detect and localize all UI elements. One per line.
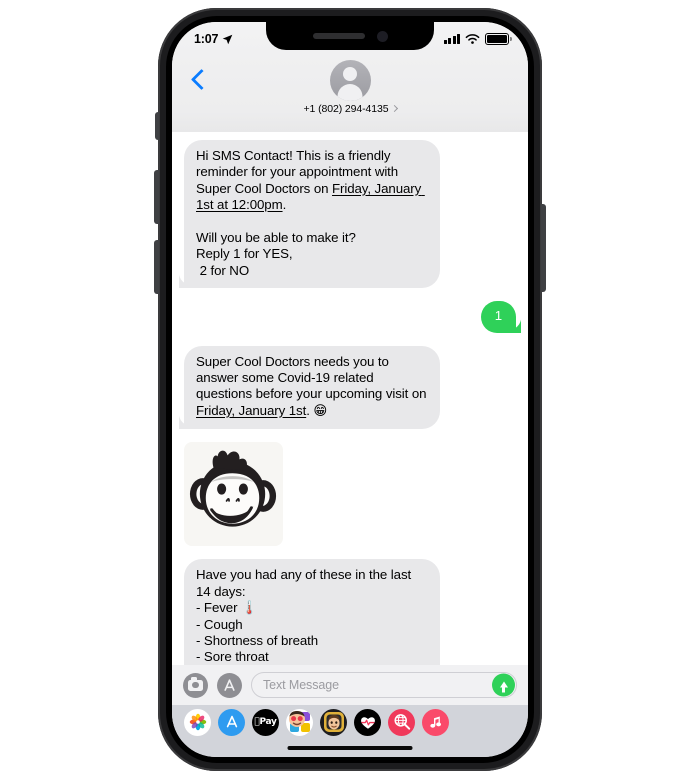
contact-phone-number: +1 (802) 294-4135 bbox=[303, 103, 389, 115]
power-button[interactable] bbox=[541, 204, 546, 292]
app-store-a-icon bbox=[226, 715, 237, 728]
cellular-signal-icon bbox=[443, 34, 460, 44]
message-row bbox=[184, 442, 516, 547]
send-arrow-icon bbox=[499, 681, 508, 692]
music-app-icon[interactable] bbox=[422, 708, 449, 736]
message-input-bar: Text Message bbox=[172, 665, 528, 705]
date-detected-link[interactable]: Friday, January 1st bbox=[196, 403, 306, 418]
camera-icon bbox=[188, 677, 203, 691]
send-button[interactable] bbox=[492, 673, 515, 697]
home-indicator[interactable] bbox=[287, 746, 413, 750]
contact-block[interactable]: +1 (802) 294-4135 bbox=[172, 60, 528, 115]
volume-up-button[interactable] bbox=[154, 170, 159, 224]
message-bubble-monkey-image[interactable] bbox=[184, 442, 283, 547]
contact-avatar-icon[interactable] bbox=[329, 60, 371, 101]
camera-button[interactable] bbox=[183, 672, 208, 698]
monkey-face-icon bbox=[189, 450, 277, 527]
silent-switch-button[interactable] bbox=[155, 112, 159, 140]
app-store-button[interactable] bbox=[217, 672, 242, 698]
status-bar-time: 1:07 bbox=[194, 32, 219, 46]
volume-down-button[interactable] bbox=[154, 240, 159, 294]
battery-icon bbox=[485, 33, 512, 45]
device-notch bbox=[266, 22, 434, 50]
message-text-pre: Super Cool Doctors needs you to answer s… bbox=[196, 353, 431, 402]
memoji-app-icon[interactable] bbox=[320, 708, 347, 736]
message-placeholder: Text Message bbox=[263, 678, 339, 692]
message-bubble-covid-questions[interactable]: Super Cool Doctors needs you to answer s… bbox=[179, 345, 440, 430]
app-store-app-icon[interactable] bbox=[218, 708, 245, 736]
phone-screen: 1:07 +1 (802) 294-4135 Hi SMS Contact! T… bbox=[172, 22, 528, 757]
message-row: Super Cool Doctors needs you to answer s… bbox=[179, 345, 516, 430]
memoji-stickers-icon bbox=[288, 711, 310, 732]
memoji-stickers-app-icon[interactable] bbox=[286, 708, 313, 736]
heartbeat-icon bbox=[360, 716, 375, 729]
photos-app-icon[interactable] bbox=[184, 708, 211, 736]
message-text-field[interactable]: Text Message bbox=[251, 672, 517, 698]
imessage-app-drawer[interactable]: Pay bbox=[172, 705, 528, 739]
memoji-face-icon bbox=[323, 712, 344, 732]
chevron-right-icon bbox=[390, 104, 398, 113]
status-bar-right bbox=[443, 33, 512, 45]
message-list[interactable]: Hi SMS Contact! This is a friendly remin… bbox=[172, 132, 528, 665]
status-bar-left: 1:07 bbox=[194, 32, 233, 46]
apple-pay-app-icon[interactable]: Pay bbox=[252, 708, 279, 736]
message-row: 1 bbox=[184, 301, 522, 334]
message-bubble-symptom-list[interactable]: Have you had any of these in the last 14… bbox=[184, 559, 440, 665]
wifi-icon bbox=[465, 33, 480, 44]
earpiece-speaker-icon bbox=[312, 33, 365, 39]
location-arrow-icon bbox=[222, 34, 233, 44]
message-bubble-reply[interactable]: 1 bbox=[480, 301, 522, 334]
iphone-device: 1:07 +1 (802) 294-4135 Hi SMS Contact! T… bbox=[154, 8, 546, 771]
conversation-header: +1 (802) 294-4135 bbox=[172, 52, 528, 132]
message-bubble-reminder[interactable]: Hi SMS Contact! This is a friendly remin… bbox=[179, 140, 440, 289]
contact-name-row[interactable]: +1 (802) 294-4135 bbox=[303, 103, 398, 115]
app-store-icon bbox=[224, 678, 235, 691]
music-note-icon bbox=[430, 716, 442, 728]
magnifier-globe-icon bbox=[393, 714, 410, 730]
digital-touch-app-icon[interactable] bbox=[354, 708, 381, 736]
photos-flower-icon bbox=[189, 713, 206, 731]
front-camera-icon bbox=[376, 30, 388, 42]
images-search-app-icon[interactable] bbox=[388, 708, 415, 736]
message-row: Have you had any of these in the last 14… bbox=[184, 559, 516, 665]
message-row: Hi SMS Contact! This is a friendly remin… bbox=[179, 140, 516, 289]
grinning-face-emoji: 😁 bbox=[313, 403, 328, 419]
